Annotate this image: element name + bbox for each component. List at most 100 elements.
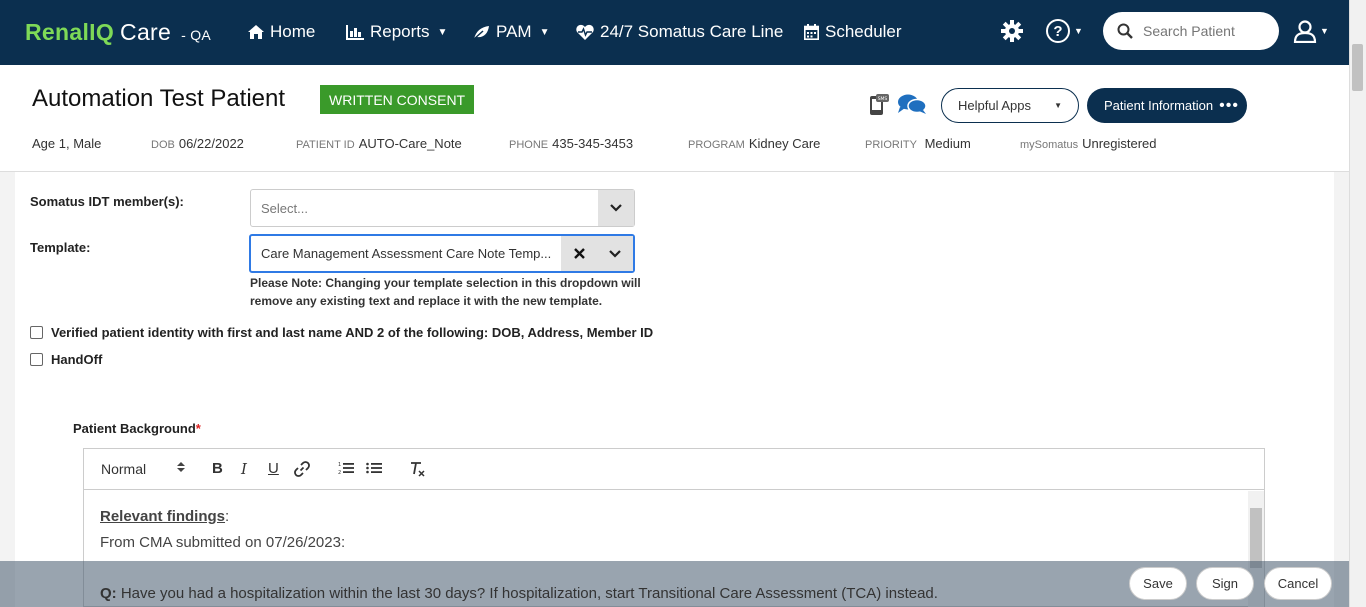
handoff-label: HandOff	[51, 352, 103, 367]
bullet-list-icon[interactable]	[366, 461, 382, 479]
patient-priority: PRIORITY Medium	[865, 136, 971, 151]
sms-phone-icon[interactable]: SMS	[867, 94, 889, 119]
svg-text:1: 1	[338, 462, 341, 468]
patient-id-label: PATIENT ID	[296, 139, 355, 151]
underline-icon[interactable]: U	[268, 460, 279, 477]
more-dots-icon: •••	[1219, 96, 1239, 114]
calendar-icon	[804, 24, 819, 40]
template-change-note: Please Note: Changing your template sele…	[250, 276, 641, 308]
settings-gear-icon[interactable]	[1001, 20, 1023, 48]
patient-phone: PHONE 435-345-3453	[509, 136, 633, 151]
template-clear-button[interactable]	[561, 236, 597, 271]
bar-chart-icon	[346, 24, 364, 40]
leaf-icon	[473, 25, 489, 40]
top-navbar: Renal IQ Care - QA Home Reports ▼ PAM ▼ 2…	[0, 0, 1349, 65]
nav-pam[interactable]: PAM ▼	[473, 22, 549, 42]
chat-bubbles-icon[interactable]	[897, 93, 927, 118]
svg-text:SMS: SMS	[878, 96, 888, 102]
mysomatus-value: Unregistered	[1082, 136, 1157, 151]
home-icon	[248, 25, 264, 39]
sign-button[interactable]: Sign	[1196, 567, 1254, 600]
editor-toolbar: Normal B I U 12	[84, 449, 1264, 490]
idt-members-select[interactable]: Select...	[250, 189, 635, 227]
verified-identity-checkbox-row[interactable]: Verified patient identity with first and…	[30, 325, 653, 340]
save-button[interactable]: Save	[1129, 567, 1187, 600]
template-label: Template:	[30, 240, 91, 255]
link-icon[interactable]	[294, 461, 310, 481]
chevron-down-icon	[610, 204, 622, 212]
patient-id-value: AUTO-Care_Note	[358, 136, 462, 151]
priority-value: Medium	[924, 136, 971, 151]
italic-icon[interactable]: I	[241, 460, 247, 478]
chevron-down-icon: ▼	[1074, 26, 1083, 36]
chevron-down-icon: ▼	[1054, 101, 1062, 110]
svg-text:2: 2	[338, 470, 341, 475]
text-style-select[interactable]: Normal	[101, 461, 185, 477]
patient-background-label-text: Patient Background	[73, 421, 196, 436]
verified-identity-label: Verified patient identity with first and…	[51, 325, 654, 340]
clear-format-icon[interactable]	[410, 461, 426, 481]
editor-scrollbar-thumb[interactable]	[1250, 508, 1262, 568]
idt-members-dropdown-button[interactable]	[598, 190, 634, 226]
patient-program: PROGRAM Kidney Care	[688, 136, 820, 151]
patient-age-sex: Age 1, Male	[32, 136, 102, 151]
verified-identity-checkbox[interactable]	[30, 326, 43, 339]
ordered-list-icon[interactable]: 12	[338, 461, 354, 479]
relevant-findings-line: Relevant findings:	[100, 504, 1233, 530]
question-text: Have you had a hospitalization within th…	[120, 585, 938, 602]
consent-badge: WRITTEN CONSENT	[320, 85, 475, 114]
program-value: Kidney Care	[748, 136, 821, 151]
patient-header: Automation Test Patient WRITTEN CONSENT …	[0, 65, 1349, 172]
relevant-findings-heading: Relevant findings	[100, 508, 226, 525]
patient-id: PATIENT ID AUTO-Care_Note	[296, 136, 462, 151]
editor-content[interactable]: Relevant findings: From CMA submitted on…	[84, 491, 1249, 569]
mysomatus-label: mySomatus	[1020, 139, 1079, 151]
patient-information-button[interactable]: Patient Information •••	[1087, 88, 1247, 123]
help-menu[interactable]: ? ▼	[1046, 19, 1083, 43]
chevron-down-icon	[609, 249, 621, 258]
dob-value: 06/22/2022	[178, 136, 244, 151]
handoff-checkbox-row[interactable]: HandOff	[30, 352, 102, 367]
patient-information-label: Patient Information	[1104, 98, 1214, 113]
close-icon	[573, 248, 585, 259]
heartbeat-icon	[576, 24, 594, 40]
page-scrollbar[interactable]	[1349, 0, 1366, 607]
template-dropdown-button[interactable]	[597, 236, 633, 271]
bold-icon[interactable]: B	[212, 460, 223, 477]
text-style-value: Normal	[101, 461, 147, 477]
patient-mysomatus: mySomatus Unregistered	[1020, 136, 1157, 151]
page-scrollbar-thumb[interactable]	[1352, 44, 1363, 91]
up-down-chevron-icon	[177, 462, 185, 472]
patient-search[interactable]	[1103, 12, 1279, 50]
nav-reports[interactable]: Reports ▼	[346, 22, 447, 42]
search-icon	[1117, 23, 1133, 39]
helpful-apps-dropdown[interactable]: Helpful Apps ▼	[941, 88, 1079, 123]
cancel-button[interactable]: Cancel	[1264, 567, 1332, 600]
question-prefix: Q:	[100, 585, 117, 602]
question-line: Q: Have you had a hospitalization within…	[100, 585, 938, 602]
nav-care-line-label: 24/7 Somatus Care Line	[600, 22, 784, 41]
patient-background-label: Patient Background*	[73, 421, 201, 436]
phone-label: PHONE	[509, 139, 549, 151]
handoff-checkbox[interactable]	[30, 353, 43, 366]
logo-care: Care	[120, 19, 172, 45]
nav-home-label: Home	[270, 22, 316, 41]
nav-reports-label: Reports	[370, 22, 430, 41]
chevron-down-icon: ▼	[1320, 26, 1329, 36]
nav-pam-label: PAM	[496, 22, 532, 41]
helpful-apps-label: Helpful Apps	[958, 98, 1031, 113]
environment-label: - QA	[181, 27, 212, 43]
logo-iq: IQ	[89, 19, 115, 45]
template-select[interactable]: Care Management Assessment Care Note Tem…	[249, 234, 635, 273]
app-logo[interactable]: Renal IQ Care - QA	[25, 19, 211, 46]
nav-care-line[interactable]: 24/7 Somatus Care Line	[576, 22, 783, 42]
nav-home[interactable]: Home	[248, 22, 315, 42]
required-asterisk: *	[195, 421, 201, 436]
user-menu[interactable]: ▼	[1293, 19, 1329, 43]
dob-label: DOB	[151, 139, 175, 151]
search-input[interactable]	[1143, 23, 1273, 39]
template-selected-value: Care Management Assessment Care Note Tem…	[261, 246, 552, 261]
idt-members-placeholder: Select...	[261, 200, 308, 216]
nav-scheduler[interactable]: Scheduler	[804, 22, 902, 42]
cma-submitted-line: From CMA submitted on 07/26/2023:	[100, 534, 346, 551]
